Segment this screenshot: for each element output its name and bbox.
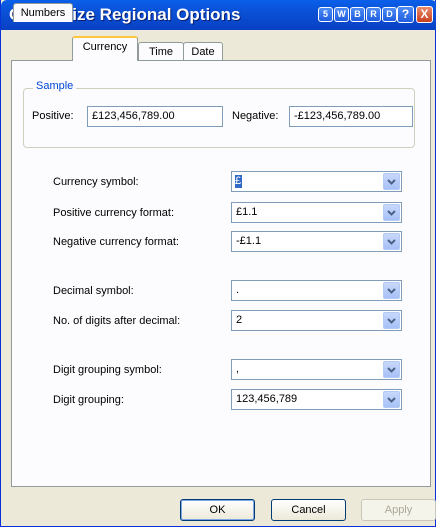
chevron-down-icon[interactable] — [383, 361, 400, 378]
tab-currency[interactable]: Currency — [72, 36, 138, 61]
digits-after-decimal-label: No. of digits after decimal: — [53, 315, 181, 327]
digit-grouping-combo[interactable]: 123,456,789 — [231, 389, 402, 410]
decimal-symbol-label: Decimal symbol: — [53, 285, 134, 297]
titlebar-button-3[interactable]: B — [350, 7, 365, 22]
positive-label: Positive: — [32, 110, 74, 122]
digit-grouping-label: Digit grouping: — [53, 394, 124, 406]
negative-label: Negative: — [232, 110, 279, 122]
ok-button[interactable]: OK — [180, 499, 255, 521]
currency-symbol-label: Currency symbol: — [53, 176, 139, 188]
digits-after-decimal-combo[interactable]: 2 — [231, 310, 402, 331]
digit-grouping-symbol-label: Digit grouping symbol: — [53, 364, 162, 376]
titlebar-button-4[interactable]: R — [366, 7, 381, 22]
digit-grouping-value: 123,456,789 — [236, 393, 298, 405]
positive-sample-field: £123,456,789.00 — [87, 106, 223, 127]
positive-currency-format-label: Positive currency format: — [53, 207, 175, 219]
decimal-symbol-combo[interactable]: . — [231, 280, 402, 301]
cancel-button[interactable]: Cancel — [271, 499, 346, 521]
tab-time[interactable]: Time — [138, 42, 184, 61]
chevron-down-icon[interactable] — [383, 233, 400, 250]
positive-currency-format-value: £1.1 — [236, 206, 258, 218]
positive-currency-format-combo[interactable]: £1.1 — [231, 202, 402, 223]
chevron-down-icon[interactable] — [383, 204, 400, 221]
negative-currency-format-label: Negative currency format: — [53, 236, 179, 248]
currency-symbol-value: £ — [235, 175, 242, 188]
chevron-down-icon[interactable] — [383, 391, 400, 408]
close-icon[interactable]: X — [416, 6, 433, 23]
chevron-down-icon[interactable] — [383, 173, 400, 190]
titlebar-button-2[interactable]: W — [334, 7, 349, 22]
tab-numbers[interactable]: Numbers — [13, 3, 73, 22]
negative-currency-format-combo[interactable]: -£1.1 — [231, 231, 402, 252]
apply-button[interactable]: Apply — [361, 499, 436, 521]
customize-regional-options-dialog: Customize Regional Options 5 W B R D ? X… — [0, 0, 436, 527]
negative-currency-format-value: -£1.1 — [236, 235, 262, 247]
tab-date[interactable]: Date — [183, 42, 223, 61]
chevron-down-icon[interactable] — [383, 282, 400, 299]
titlebar-button-5[interactable]: D — [382, 7, 397, 22]
digit-grouping-symbol-value: , — [236, 363, 240, 375]
digits-after-decimal-value: 2 — [236, 314, 243, 326]
sample-group-label: Sample — [33, 80, 77, 92]
decimal-symbol-value: . — [236, 284, 240, 296]
negative-sample-field: -£123,456,789.00 — [289, 106, 413, 127]
currency-symbol-combo[interactable]: £ — [231, 171, 402, 192]
help-icon[interactable]: ? — [397, 6, 414, 23]
chevron-down-icon[interactable] — [383, 312, 400, 329]
digit-grouping-symbol-combo[interactable]: , — [231, 359, 402, 380]
titlebar-button-1[interactable]: 5 — [318, 7, 333, 22]
